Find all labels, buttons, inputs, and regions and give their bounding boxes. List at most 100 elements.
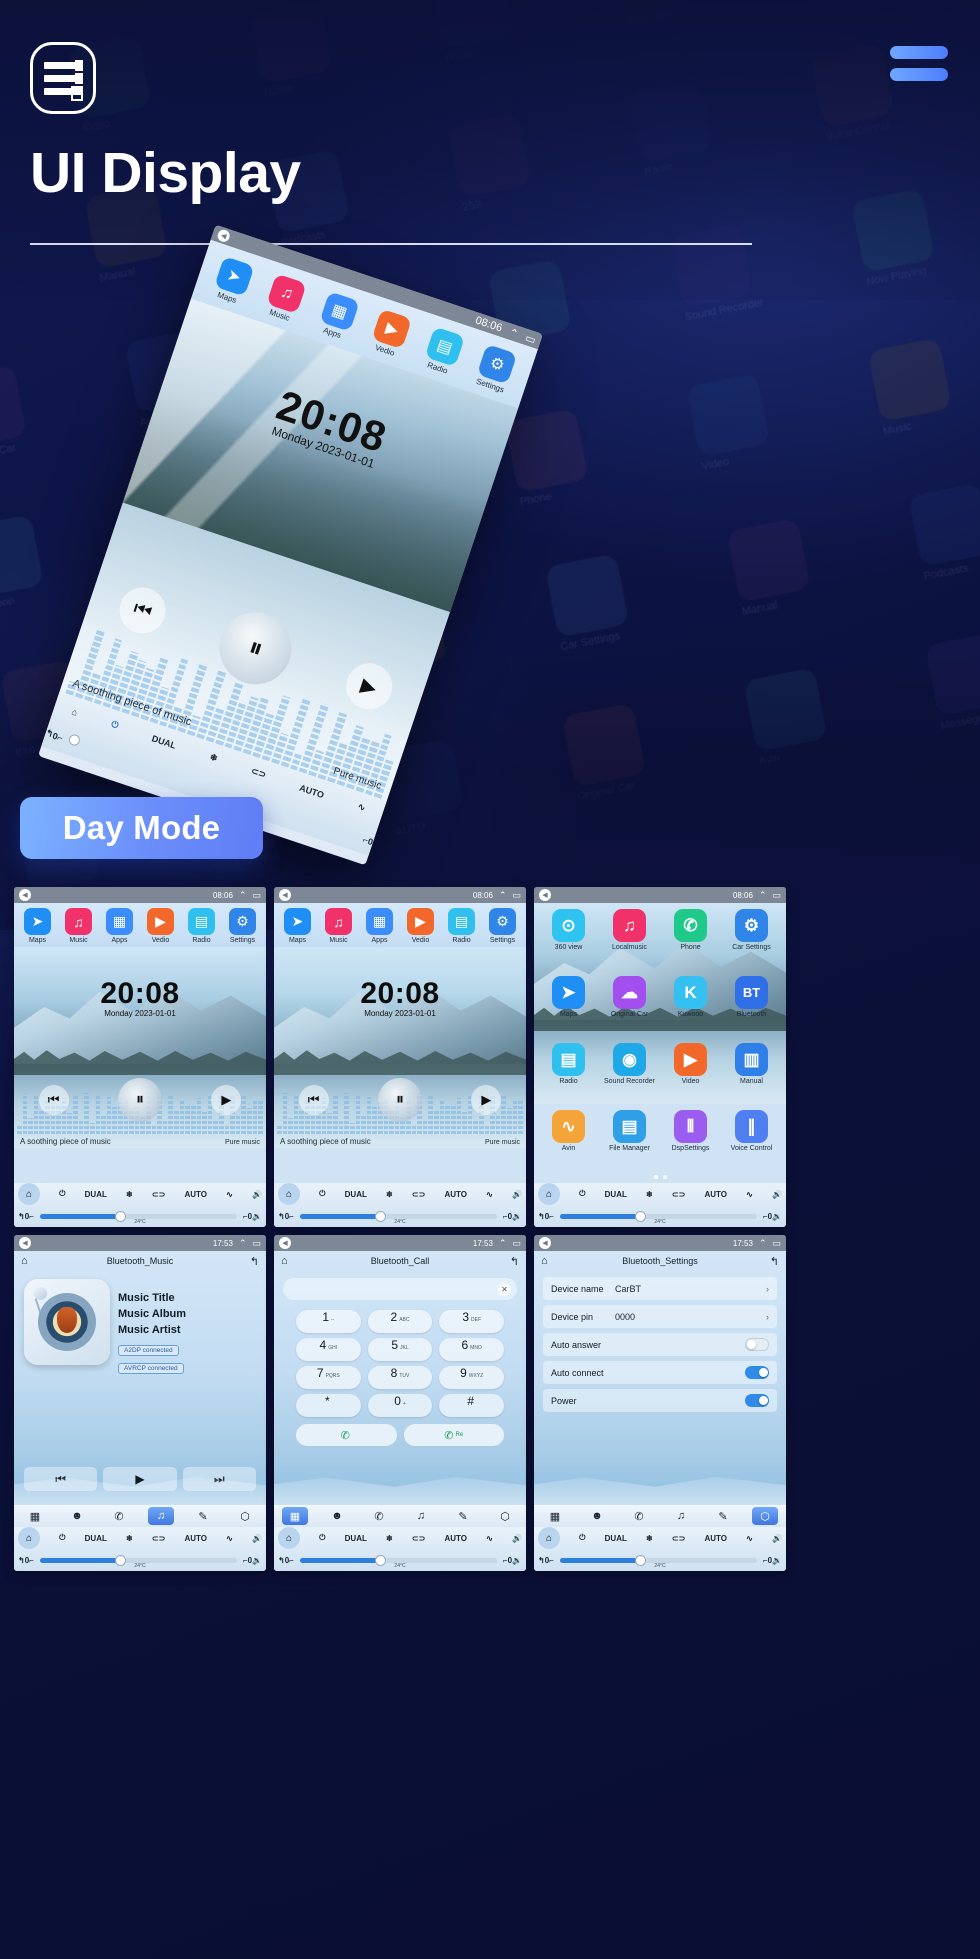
setting-row-auto-answer[interactable]: Auto answer [543,1333,777,1356]
home-icon[interactable]: ⌂ [278,1527,300,1549]
app-kuwooo[interactable]: K Kuwooo [660,976,721,1043]
app-shortcut-radio[interactable]: ▤ Radio [442,908,482,944]
back-circle-icon[interactable]: ◀ [279,1237,291,1249]
defrost-icon[interactable]: ⊂⊃ [412,1534,425,1543]
home-icon[interactable]: ⌂ [538,1183,560,1205]
dialpad-key-9[interactable]: 9 WXYZ [439,1366,504,1389]
home-icon[interactable]: ⌂ [538,1527,560,1549]
setting-row-device-name[interactable]: Device name CarBT › [543,1277,777,1300]
snowflake-icon[interactable]: ❄ [646,1190,653,1199]
hero-app-maps[interactable]: ➤ Maps [211,255,255,306]
fan-slider[interactable] [559,1210,757,1222]
volume-down-icon[interactable]: 🔉 [772,1212,782,1221]
snowflake-icon[interactable]: ❄ [386,1534,393,1543]
back-circle-icon[interactable]: ◀ [216,228,232,244]
volume-down-icon[interactable]: 🔉 [512,1212,522,1221]
tab-music[interactable]: ♫ [668,1507,694,1525]
seat-icon[interactable]: ⌐ [549,1212,554,1221]
back-arrow-icon[interactable]: ↰ [278,1556,285,1565]
dual-label[interactable]: DUAL [345,1190,367,1199]
hero-app-vedio[interactable]: ▶ Vedio [368,308,413,359]
dialpad-key-0[interactable]: 0 + [367,1394,433,1417]
back-circle-icon[interactable]: ◀ [19,889,31,901]
volume-down-icon[interactable]: 🔉 [512,1556,522,1565]
tab-contacts[interactable]: ☻ [584,1507,610,1525]
window-icon[interactable]: ▭ [772,1238,781,1249]
tab-dialpad[interactable]: ▦ [282,1507,308,1525]
app-localmusic[interactable]: ♫ Localmusic [599,909,660,976]
app-sound-recorder[interactable]: ◉ Sound Recorder [599,1043,660,1110]
defrost-icon[interactable]: ⊂⊃ [250,766,267,781]
home-clock-card-2[interactable]: ◀ 08:06 ⌃ ▭ ➤ Maps ♫ Music ▦ Apps ▶ Vedi… [274,887,526,1227]
dialpad-key-*[interactable]: * [296,1394,361,1417]
tab-contacts[interactable]: ☻ [324,1507,350,1525]
snowflake-icon[interactable]: ❄ [646,1534,653,1543]
power-icon[interactable]: ⏻ [579,1533,585,1543]
auto-label[interactable]: AUTO [184,1190,207,1199]
dual-label[interactable]: DUAL [345,1534,367,1543]
power-icon[interactable]: ⏻ [319,1189,325,1199]
app-shortcut-music[interactable]: ♫ Music [59,908,99,944]
power-icon[interactable]: ⏻ [319,1533,325,1543]
hero-fan-slider[interactable] [66,732,82,747]
tab-phone[interactable]: ✆ [106,1507,132,1525]
volume-up-icon[interactable]: 🔊 [772,1190,782,1199]
dial-input[interactable]: ✕ [283,1278,517,1300]
app-phone[interactable]: ✆ Phone [660,909,721,976]
chevron-up-icon[interactable]: ⌃ [759,1238,767,1249]
hero-auto-label[interactable]: AUTO [298,782,325,800]
volume-down-icon[interactable]: 🔉 [252,1212,262,1221]
dual-label[interactable]: DUAL [605,1190,627,1199]
chevron-up-icon[interactable]: ⌃ [239,1238,247,1249]
volume-up-icon[interactable]: 🔊 [512,1190,522,1199]
window-icon[interactable]: ▭ [524,331,538,347]
home-clock-card[interactable]: ◀ 08:06 ⌃ ▭ ➤ Maps ♫ Music ▦ Apps ▶ Vedi… [14,887,266,1227]
hero-app-radio[interactable]: ▤ Radio [421,325,466,377]
app-radio[interactable]: ▤ Radio [538,1043,599,1110]
app-shortcut-vedio[interactable]: ▶ Vedio [401,908,441,944]
fan-icon[interactable]: ∿ [486,1190,493,1199]
tab-phone[interactable]: ✆ [626,1507,652,1525]
app-shortcut-apps[interactable]: ▦ Apps [360,908,400,944]
tab-music[interactable]: ♫ [408,1507,434,1525]
pause-icon[interactable]: ⏸ [117,1078,162,1122]
fan-slider[interactable] [299,1210,497,1222]
dialpad-key-2[interactable]: 2 ABC [367,1310,433,1333]
setting-toggle[interactable] [745,1338,769,1351]
tab-settings[interactable]: ⬡ [752,1507,778,1525]
snowflake-icon[interactable]: ❄ [386,1190,393,1199]
chevron-up-icon[interactable]: ⌃ [499,890,507,901]
dual-label[interactable]: DUAL [85,1190,107,1199]
hamburger-icon[interactable] [890,46,948,81]
app-shortcut-maps[interactable]: ➤ Maps [278,908,318,944]
setting-row-power[interactable]: Power [543,1389,777,1412]
chevron-up-icon[interactable]: ⌃ [759,890,767,901]
home-icon[interactable]: ⌂ [18,1527,40,1549]
setting-row-auto-connect[interactable]: Auto connect [543,1361,777,1384]
bluetooth-settings-card[interactable]: ◀ 17:53 ⌃ ▭ ⌂ Bluetooth_Settings ↰ Devic… [534,1235,786,1571]
volume-up-icon[interactable]: 🔊 [512,1534,522,1543]
tab-link[interactable]: ✎ [190,1507,216,1525]
app-360-view[interactable]: ⊙ 360 view [538,909,599,976]
window-icon[interactable]: ▭ [772,890,781,901]
app-original-car[interactable]: ☁ Original Car [599,976,660,1043]
dialpad-key-#[interactable]: # [439,1394,504,1417]
app-shortcut-vedio[interactable]: ▶ Vedio [141,908,181,944]
dialpad-key-3[interactable]: 3 DEF [439,1310,504,1333]
app-file-manager[interactable]: ▤ File Manager [599,1110,660,1177]
pause-icon[interactable]: ⏸ [377,1078,422,1122]
auto-label[interactable]: AUTO [444,1190,467,1199]
defrost-icon[interactable]: ⊂⊃ [152,1190,165,1199]
chevron-up-icon[interactable]: ⌃ [507,325,520,340]
volume-down-icon[interactable]: 🔉 [252,1556,262,1565]
window-icon[interactable]: ▭ [512,1238,521,1249]
apps-grid-card[interactable]: ◀ 08:06 ⌃ ▭ ⊙ 360 view ♫ Localmusic ✆ Ph… [534,887,786,1227]
home-icon[interactable]: ⌂ [18,1183,40,1205]
dialpad-key-5[interactable]: 5 JKL [367,1338,433,1361]
window-icon[interactable]: ▭ [252,890,261,901]
back-circle-icon[interactable]: ◀ [279,889,291,901]
fan-slider[interactable] [39,1554,237,1566]
volume-up-icon[interactable]: 🔊 [252,1534,262,1543]
seat-icon[interactable]: ⌐ [289,1212,294,1221]
dialpad-key-7[interactable]: 7 PQRS [296,1366,361,1389]
